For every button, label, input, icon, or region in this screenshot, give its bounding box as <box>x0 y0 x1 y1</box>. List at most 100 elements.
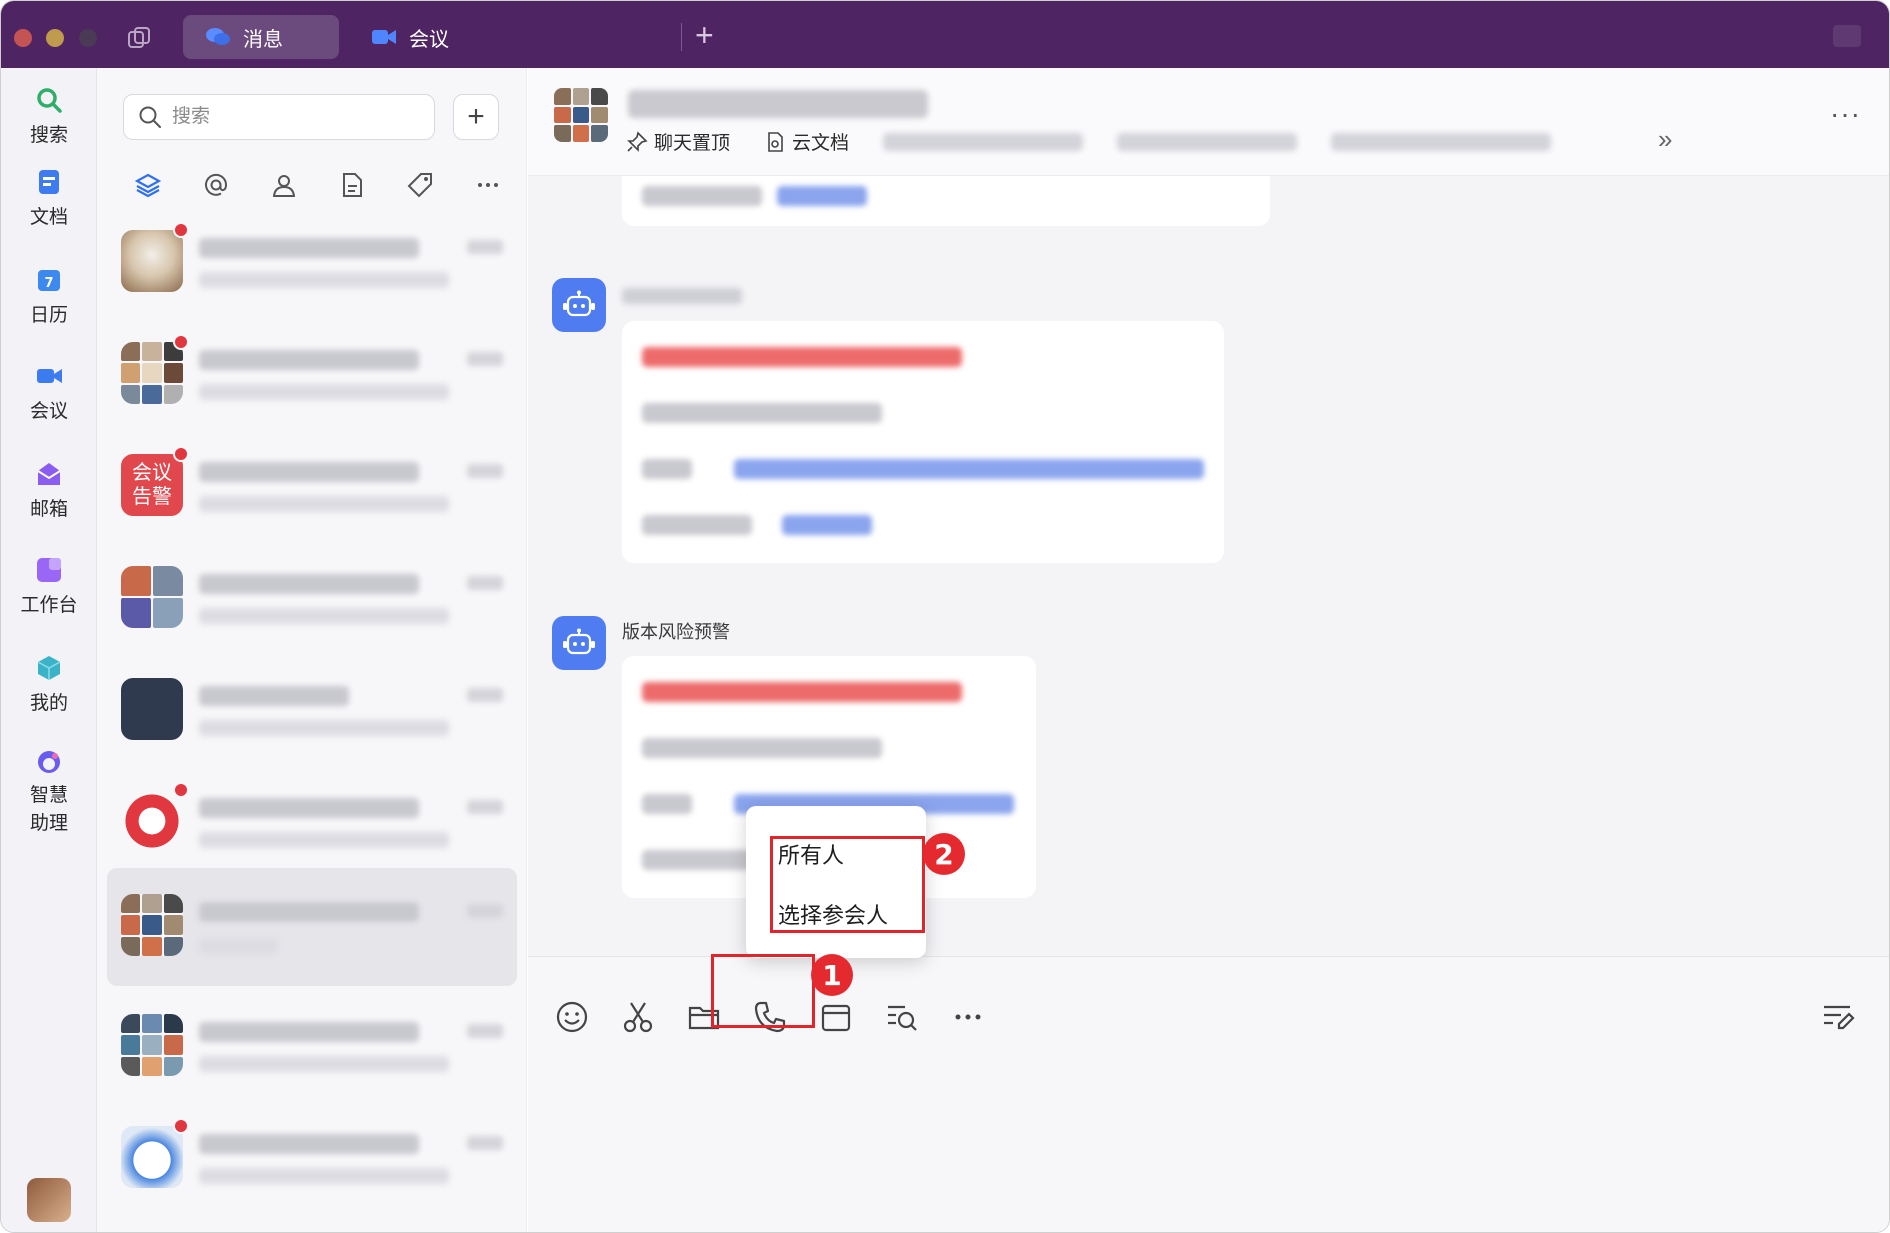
tab-meetings[interactable]: 会议 <box>349 15 479 59</box>
cloud-doc-label: 云文档 <box>792 133 850 154</box>
rail-item-label: 搜索 <box>29 125 68 146</box>
conversation-item[interactable] <box>107 544 517 654</box>
chat-more-button[interactable]: ··· <box>1830 98 1861 130</box>
scissors-icon[interactable] <box>618 997 658 1037</box>
avatar <box>121 1014 183 1076</box>
rail-item-label: 我的 <box>29 693 68 714</box>
blurred-text <box>642 682 962 702</box>
rail-item-mail[interactable]: 邮箱 <box>1 460 97 521</box>
conversation-item[interactable] <box>107 1104 517 1214</box>
calendar-icon[interactable] <box>816 997 856 1037</box>
rail-item-workbench[interactable]: 工作台 <box>1 556 97 617</box>
conversation-item-selected[interactable] <box>107 868 517 986</box>
document-icon <box>39 170 59 194</box>
more-icon[interactable] <box>473 170 503 200</box>
conversation-item[interactable] <box>107 320 517 430</box>
layers-icon[interactable] <box>133 170 163 200</box>
more-icon[interactable] <box>948 997 988 1037</box>
unread-dot <box>173 782 189 798</box>
conversation-title <box>199 902 419 922</box>
header-shortcut[interactable] <box>1117 132 1298 151</box>
conversation-preview <box>199 720 449 736</box>
avatar <box>121 894 183 956</box>
header-shortcut[interactable] <box>1331 132 1552 151</box>
edit-format-icon[interactable] <box>1818 997 1858 1037</box>
tab-messages[interactable]: 消息 <box>183 15 339 59</box>
avatar-text-line2: 告警 <box>132 486 172 508</box>
new-tab-button[interactable]: + <box>695 19 714 51</box>
conversation-item[interactable] <box>107 992 517 1102</box>
bot-avatar[interactable] <box>552 278 606 332</box>
conversation-title <box>199 1022 419 1042</box>
rail-item-assistant[interactable]: 智慧 助理 <box>1 748 97 838</box>
conversation-item[interactable] <box>107 656 517 766</box>
emoji-icon[interactable] <box>552 997 592 1037</box>
window-stack-icon[interactable] <box>126 25 152 51</box>
conversation-title <box>199 574 419 594</box>
close-window-button[interactable] <box>14 29 32 47</box>
conversation-preview <box>199 832 449 848</box>
pin-chat-button[interactable]: 聊天置顶 <box>626 128 730 155</box>
blurred-text <box>642 850 752 870</box>
conversation-item[interactable] <box>107 768 517 878</box>
avatar: 会议 告警 <box>121 454 183 516</box>
highlight-box-step2 <box>770 836 925 933</box>
tag-icon[interactable] <box>405 170 435 200</box>
search-input[interactable] <box>172 106 412 128</box>
person-icon[interactable] <box>269 170 299 200</box>
conversation-time <box>467 904 503 918</box>
tab-meetings-label: 会议 <box>409 28 449 51</box>
unread-dot <box>173 222 189 238</box>
header-shortcut[interactable] <box>883 132 1084 151</box>
add-button[interactable]: + <box>453 94 499 140</box>
rail-item-label: 工作台 <box>20 595 78 616</box>
rail-item-calendar[interactable]: 7 日历 <box>1 266 97 327</box>
search-box[interactable] <box>123 94 435 140</box>
unread-dot <box>173 334 189 350</box>
tab-messages-label: 消息 <box>243 28 283 51</box>
rail-item-mine[interactable]: 我的 <box>1 654 97 715</box>
avatar <box>121 566 183 628</box>
blurred-text <box>642 794 692 814</box>
chat-bubbles-icon <box>206 28 230 45</box>
group-avatar[interactable] <box>554 88 608 142</box>
bot-avatar[interactable] <box>552 616 606 670</box>
rail-item-label-line2: 助理 <box>29 813 68 834</box>
conversation-list: + <box>97 68 527 1232</box>
file-icon[interactable] <box>337 170 367 200</box>
rail-item-docs[interactable]: 文档 <box>1 168 97 229</box>
rail-item-label: 邮箱 <box>29 499 68 520</box>
search-history-icon[interactable] <box>882 997 922 1037</box>
blurred-link <box>782 515 872 535</box>
message-card <box>622 176 1270 226</box>
expand-shortcuts-button[interactable]: » <box>1658 124 1672 155</box>
workbench-icon <box>37 558 61 582</box>
at-icon[interactable] <box>201 170 231 200</box>
title-bar: 消息 会议 + <box>1 1 1889 68</box>
calendar-icon: 7 <box>38 270 60 291</box>
conversation-preview <box>199 1168 449 1184</box>
zoom-window-button[interactable] <box>79 29 97 47</box>
rail-item-search[interactable]: 搜索 <box>1 86 97 147</box>
profile-switch-icon[interactable] <box>1833 25 1861 47</box>
unread-dot <box>173 446 189 462</box>
conversation-time <box>467 352 503 366</box>
minimize-window-button[interactable] <box>46 29 64 47</box>
pin-chat-label: 聊天置顶 <box>654 133 731 154</box>
step-badge-1: 1 <box>811 954 853 996</box>
cloud-doc-icon <box>768 131 783 152</box>
group-title[interactable] <box>628 90 928 118</box>
blurred-shortcut <box>883 132 1084 151</box>
message-card <box>622 321 1224 563</box>
user-avatar[interactable] <box>27 1178 71 1222</box>
rail-item-meeting[interactable]: 会议 <box>1 362 97 423</box>
avatar <box>121 1126 183 1188</box>
chat-header: 聊天置顶 云文档 » ··· <box>528 68 1889 176</box>
conversation-item[interactable]: 会议 告警 <box>107 432 517 542</box>
conversation-title <box>199 798 419 818</box>
sender-name: 版本风险预警 <box>622 622 730 642</box>
cloud-doc-button[interactable]: 云文档 <box>764 128 849 155</box>
conversation-item[interactable] <box>107 208 517 318</box>
conversation-preview <box>199 384 449 400</box>
rail-item-label: 文档 <box>29 207 68 228</box>
